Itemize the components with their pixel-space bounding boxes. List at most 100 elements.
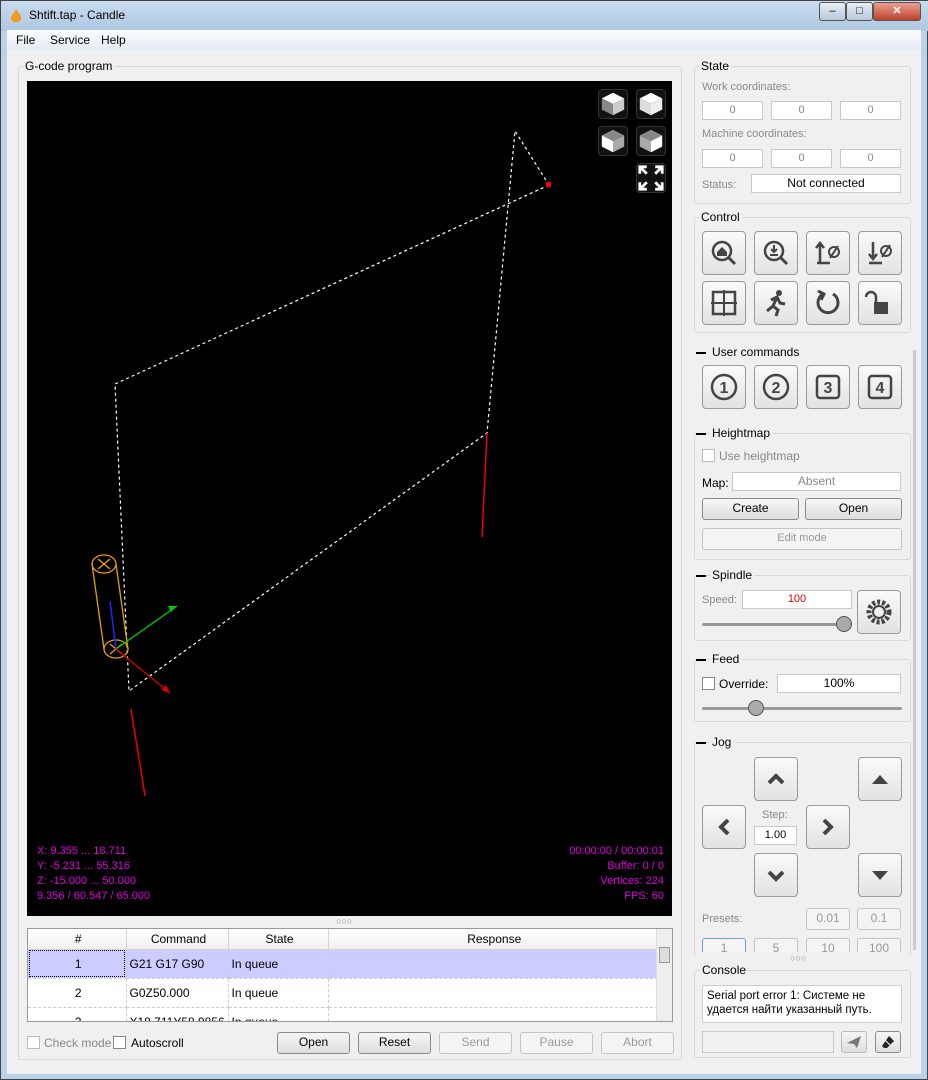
preset-button[interactable]: 10 bbox=[806, 938, 850, 952]
preset-button[interactable]: 1 bbox=[702, 938, 746, 952]
zero-z-probe-button[interactable] bbox=[754, 231, 798, 275]
splitter-handle[interactable]: ○○○ bbox=[790, 953, 806, 963]
collapse-icon[interactable] bbox=[696, 742, 706, 744]
cell-number: 2 bbox=[28, 978, 127, 1008]
col-number[interactable]: # bbox=[28, 929, 127, 950]
slider-thumb[interactable] bbox=[836, 616, 852, 632]
table-row[interactable]: 1 G21 G17 G90 In queue bbox=[28, 949, 658, 979]
table-row[interactable]: 3 X18.711Y58.9856 In queue bbox=[28, 1007, 658, 1021]
jog-x-plus-button[interactable] bbox=[806, 805, 850, 849]
collapse-icon[interactable] bbox=[696, 352, 706, 354]
send-button[interactable]: Send bbox=[439, 1032, 512, 1054]
col-state[interactable]: State bbox=[228, 929, 329, 950]
preset-button[interactable]: 0.01 bbox=[806, 908, 850, 930]
speed-field[interactable]: 100 bbox=[742, 590, 852, 609]
time-readout: 00:00:00 / 00:00:01 bbox=[569, 845, 664, 857]
preset-button[interactable]: 5 bbox=[754, 938, 798, 952]
user-command-3-button[interactable]: 3 bbox=[806, 365, 850, 409]
triangle-down-icon bbox=[872, 871, 888, 880]
jog-y-plus-button[interactable] bbox=[754, 757, 798, 801]
cell-state: In queue bbox=[228, 978, 329, 1008]
speed-slider[interactable] bbox=[702, 616, 852, 632]
slider-thumb[interactable] bbox=[748, 700, 764, 716]
unlock-button[interactable] bbox=[858, 281, 902, 325]
feed-slider[interactable] bbox=[702, 700, 902, 716]
home-button[interactable] bbox=[702, 231, 746, 275]
minimize-button[interactable]: – bbox=[819, 2, 846, 21]
close-button[interactable]: ✕ bbox=[873, 2, 921, 21]
collapse-icon[interactable] bbox=[696, 659, 706, 661]
cell-command: G21 G17 G90 bbox=[126, 949, 229, 979]
abort-button[interactable]: Abort bbox=[601, 1032, 674, 1054]
col-command[interactable]: Command bbox=[126, 929, 229, 950]
create-heightmap-button[interactable]: Create bbox=[702, 498, 799, 520]
cube-icon bbox=[601, 129, 625, 153]
console-output[interactable]: Serial port error 1: Системе не удается … bbox=[702, 985, 902, 1023]
user-commands-title: User commands bbox=[712, 345, 800, 359]
autoscroll-checkbox[interactable] bbox=[113, 1036, 126, 1049]
step-field[interactable]: 1.00 bbox=[754, 826, 797, 845]
zero-z-button[interactable] bbox=[858, 231, 902, 275]
open-file-button[interactable]: Open bbox=[277, 1032, 350, 1054]
map-label: Map: bbox=[702, 476, 729, 490]
gcode-table[interactable]: # Command State Response 1 G21 G17 G90 In que… bbox=[27, 928, 673, 1022]
console-input[interactable] bbox=[702, 1031, 834, 1053]
menu-file[interactable]: File bbox=[16, 33, 35, 47]
circled-2-icon: 2 bbox=[762, 373, 790, 401]
splitter-handle[interactable]: ○○○ bbox=[336, 916, 352, 926]
jog-z-plus-button[interactable] bbox=[858, 757, 902, 801]
panel-scrollbar[interactable] bbox=[913, 350, 916, 950]
machine-coords-label: Machine coordinates: bbox=[702, 128, 807, 140]
machine-y: 0 bbox=[771, 149, 832, 168]
spindle-title: Spindle bbox=[710, 568, 755, 582]
restore-origin-button[interactable] bbox=[702, 281, 746, 325]
use-heightmap-checkbox[interactable] bbox=[702, 449, 715, 462]
col-response[interactable]: Response bbox=[328, 929, 658, 950]
table-row[interactable]: 2 G0Z50.000 In queue bbox=[28, 978, 658, 1008]
menu-help[interactable]: Help bbox=[101, 33, 126, 47]
pause-button[interactable]: Pause bbox=[520, 1032, 593, 1054]
zero-xy-button[interactable] bbox=[806, 231, 850, 275]
preset-button[interactable]: 100 bbox=[857, 938, 901, 952]
jog-x-minus-button[interactable] bbox=[702, 805, 746, 849]
probe-search-icon bbox=[763, 240, 789, 266]
scrollbar-thumb[interactable] bbox=[659, 947, 670, 963]
zero-xy-icon bbox=[815, 240, 840, 265]
status-label: Status: bbox=[702, 179, 737, 191]
view-left-button[interactable] bbox=[636, 126, 666, 156]
gcode-title: G-code program bbox=[23, 59, 115, 73]
user-command-1-button[interactable]: 1 bbox=[702, 365, 746, 409]
state-title: State bbox=[699, 59, 732, 73]
fps-readout: FPS: 60 bbox=[624, 890, 664, 902]
view-top-button[interactable] bbox=[636, 89, 666, 119]
preset-button[interactable]: 0.1 bbox=[857, 908, 901, 930]
3d-viewport[interactable]: X: 9.355 ... 18.711 Y: -5.231 ... 55.316… bbox=[27, 81, 672, 916]
console-send-button[interactable] bbox=[841, 1031, 867, 1053]
user-command-4-button[interactable]: 4 bbox=[858, 365, 902, 409]
edit-mode-button[interactable]: Edit mode bbox=[702, 528, 902, 550]
safe-position-button[interactable] bbox=[754, 281, 798, 325]
collapse-icon[interactable] bbox=[696, 575, 706, 577]
fullscreen-icon bbox=[638, 165, 664, 191]
check-mode-checkbox[interactable] bbox=[27, 1036, 40, 1049]
jog-z-minus-button[interactable] bbox=[858, 853, 902, 897]
override-checkbox[interactable] bbox=[702, 677, 715, 690]
table-scrollbar[interactable] bbox=[656, 929, 672, 1021]
view-front-button[interactable] bbox=[598, 126, 628, 156]
jog-y-minus-button[interactable] bbox=[754, 853, 798, 897]
range-z: Z: -15.000 ... 50.000 bbox=[37, 875, 137, 887]
collapse-icon[interactable] bbox=[696, 433, 706, 435]
menu-service[interactable]: Service bbox=[50, 33, 90, 47]
reset-controller-button[interactable] bbox=[806, 281, 850, 325]
paper-plane-icon bbox=[847, 1036, 861, 1048]
svg-text:2: 2 bbox=[772, 380, 781, 397]
fit-view-button[interactable] bbox=[636, 163, 666, 193]
console-clear-button[interactable] bbox=[875, 1031, 901, 1053]
view-iso-button[interactable] bbox=[598, 89, 628, 119]
spindle-toggle-button[interactable] bbox=[857, 590, 901, 634]
override-field[interactable]: 100% bbox=[777, 674, 901, 693]
reset-button[interactable]: Reset bbox=[358, 1032, 431, 1054]
open-heightmap-button[interactable]: Open bbox=[805, 498, 902, 520]
maximize-button[interactable]: □ bbox=[846, 2, 873, 21]
user-command-2-button[interactable]: 2 bbox=[754, 365, 798, 409]
